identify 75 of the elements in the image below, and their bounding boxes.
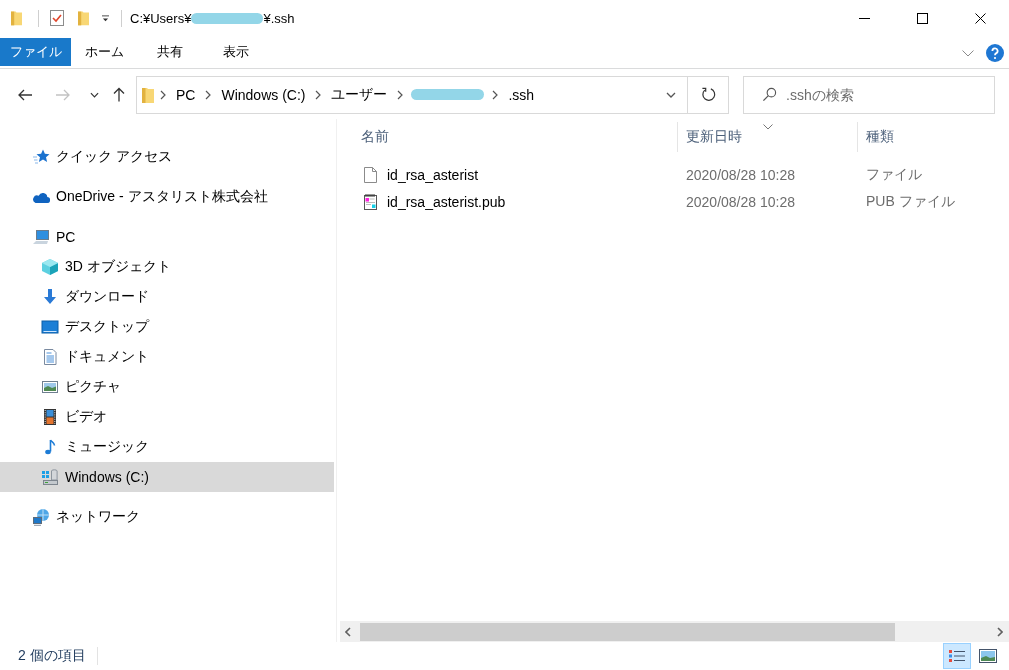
- file-icon: [364, 166, 377, 183]
- sidebar-item[interactable]: デスクトップ: [0, 312, 334, 342]
- up-arrow-icon: [111, 86, 127, 103]
- modified-date: 2020/08/28 10:28: [686, 193, 795, 210]
- chevron-down-icon[interactable]: [666, 91, 676, 98]
- column-header[interactable]: 更新日時: [678, 122, 858, 152]
- refresh-icon: [700, 87, 716, 102]
- breadcrumb-item[interactable]: Windows (C:): [217, 81, 310, 108]
- chevron-right-icon[interactable]: [492, 89, 499, 100]
- scroll-left-icon[interactable]: [345, 626, 351, 637]
- sidebar-item[interactable]: ネットワーク: [0, 502, 334, 532]
- column-header[interactable]: 名前: [337, 122, 678, 152]
- dropdown-icon[interactable]: [101, 14, 110, 22]
- file-tab[interactable]: ファイル: [0, 38, 71, 66]
- sidebar-item[interactable]: PC: [0, 222, 334, 252]
- address-bar[interactable]: PC Windows (C:) ユーザー .ssh: [136, 75, 688, 114]
- document-icon: [364, 193, 377, 210]
- sidebar-item[interactable]: クイック アクセス: [0, 142, 334, 172]
- checklist-icon[interactable]: [50, 10, 64, 26]
- column-header[interactable]: 種類: [858, 122, 1008, 152]
- scroll-right-icon[interactable]: [997, 626, 1003, 637]
- horizontal-scrollbar[interactable]: [340, 621, 1009, 642]
- refresh-button[interactable]: [688, 75, 729, 114]
- search-field[interactable]: .sshの検索: [743, 75, 995, 114]
- chevron-down-icon: [89, 91, 99, 98]
- down-arrow-icon: [41, 288, 59, 306]
- window-title: C:¥Users¥: [130, 10, 192, 26]
- folder-icon: [142, 86, 154, 103]
- sidebar-item[interactable]: ダウンロード: [0, 282, 334, 312]
- file-name[interactable]: id_rsa_asterist: [387, 166, 479, 183]
- file-type: ファイル: [866, 165, 922, 184]
- folder-icon: [11, 10, 22, 26]
- picture-icon: [979, 649, 997, 663]
- file-type: PUB ファイル: [866, 192, 955, 211]
- sidebar-item[interactable]: ミュージック: [0, 432, 334, 462]
- file-name[interactable]: id_rsa_asterist.pub: [387, 193, 506, 210]
- sidebar-item[interactable]: ピクチャ: [0, 372, 334, 402]
- chevron-right-icon[interactable]: [315, 89, 322, 100]
- list-icon: [948, 649, 966, 663]
- sidebar-item[interactable]: Windows (C:): [0, 462, 334, 492]
- modified-date: 2020/08/28 10:28: [686, 166, 795, 183]
- scrollbar-thumb[interactable]: [360, 622, 895, 641]
- cube-icon: [41, 258, 59, 276]
- desktop-icon: [41, 318, 59, 336]
- window-title: ¥.ssh: [263, 10, 295, 26]
- film-icon: [41, 408, 59, 426]
- ribbon-tab[interactable]: 表示: [203, 38, 269, 66]
- sidebar-item[interactable]: ビデオ: [0, 402, 334, 432]
- computer-icon: [32, 228, 50, 246]
- breadcrumb-item[interactable]: .ssh: [504, 81, 539, 108]
- ribbon-tab[interactable]: 共有: [137, 38, 203, 66]
- breadcrumb-item[interactable]: ユーザー: [327, 81, 392, 108]
- file-row[interactable]: id_rsa_asterist.pub 2020/08/28 10:28 PUB ファイル: [337, 188, 1009, 215]
- ribbon-tab[interactable]: ホーム: [71, 38, 137, 66]
- picture-icon: [41, 378, 59, 396]
- maximize-icon: [916, 12, 928, 24]
- star-icon: [32, 148, 50, 166]
- chevron-right-icon[interactable]: [205, 89, 212, 100]
- network-icon: [32, 508, 50, 526]
- breadcrumb-item[interactable]: PC: [172, 81, 200, 108]
- file-row[interactable]: id_rsa_asterist 2020/08/28 10:28 ファイル: [337, 161, 1009, 188]
- item-count: 2 個の項目: [18, 647, 86, 665]
- details-view-button[interactable]: [943, 643, 971, 669]
- sidebar-item[interactable]: 3D オブジェクト: [0, 252, 334, 282]
- close-icon: [974, 12, 986, 24]
- help-icon[interactable]: [986, 44, 1004, 62]
- chevron-right-icon[interactable]: [160, 89, 166, 100]
- search-icon: [762, 87, 777, 102]
- sidebar-item[interactable]: ドキュメント: [0, 342, 334, 372]
- sidebar-item[interactable]: OneDrive - アスタリスト株式会社: [0, 182, 334, 212]
- chevron-right-icon[interactable]: [397, 89, 404, 100]
- search-input[interactable]: .sshの検索: [786, 82, 986, 107]
- document-icon: [41, 348, 59, 366]
- drive-icon: [41, 468, 59, 486]
- chevron-down-icon[interactable]: [962, 49, 974, 57]
